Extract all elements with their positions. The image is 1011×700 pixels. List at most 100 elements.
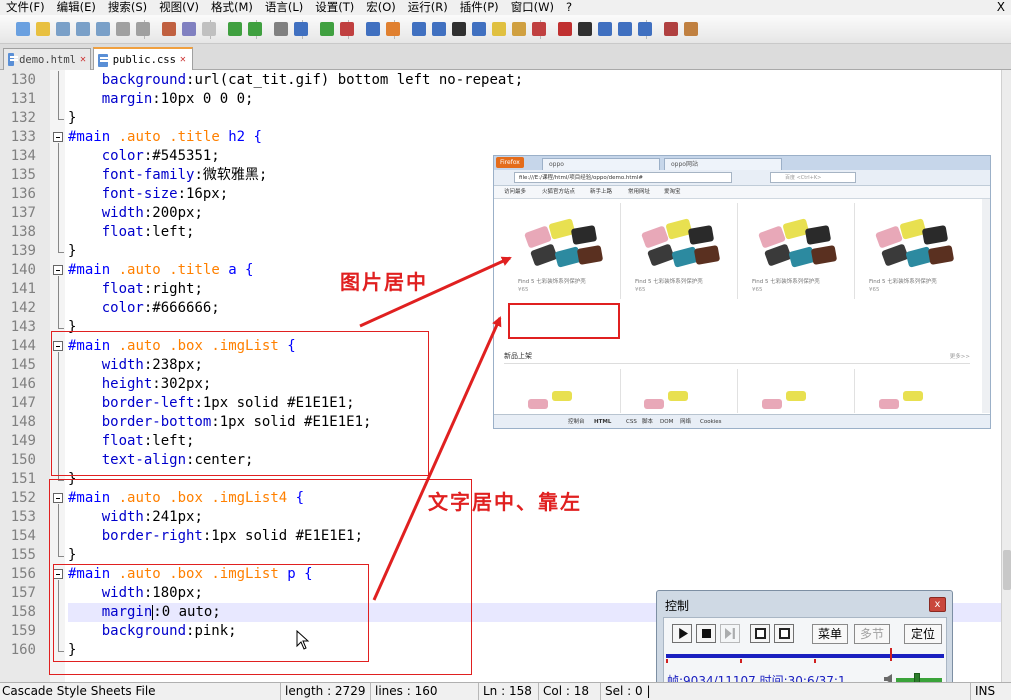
- plugin-icon[interactable]: [682, 20, 700, 38]
- product-image: [518, 211, 604, 273]
- function-list-icon[interactable]: [510, 20, 528, 38]
- fullscreen-button[interactable]: [774, 624, 794, 643]
- code-line[interactable]: margin:10px 0 0 0;: [68, 90, 254, 109]
- scrollbar-thumb[interactable]: [1003, 550, 1011, 590]
- divider: [620, 369, 621, 413]
- paste-icon[interactable]: [200, 20, 218, 38]
- toolbar-glyph: [202, 22, 216, 36]
- code-line[interactable]: #main .auto .title a {: [68, 261, 253, 280]
- replace-icon[interactable]: [292, 20, 310, 38]
- tab-public-css[interactable]: public.css ✕: [93, 47, 193, 71]
- fit-window-button[interactable]: [750, 624, 770, 643]
- menu-format[interactable]: 格式(M): [205, 0, 259, 15]
- all-chars-icon[interactable]: [430, 20, 448, 38]
- panel-close-button[interactable]: x: [929, 597, 946, 612]
- product-price: ¥65: [635, 287, 646, 293]
- tab-close-icon[interactable]: ✕: [180, 55, 188, 65]
- code-token: .auto: [118, 129, 161, 145]
- bookmark: 访问最多: [504, 189, 527, 195]
- sync-v-icon[interactable]: [364, 20, 382, 38]
- wrap-icon[interactable]: [410, 20, 428, 38]
- doc-map-icon[interactable]: [490, 20, 508, 38]
- menu-search[interactable]: 搜索(S): [102, 0, 153, 15]
- open-file-icon[interactable]: [34, 20, 52, 38]
- menu-plugins[interactable]: 插件(P): [454, 0, 505, 15]
- zoom-out-icon[interactable]: [338, 20, 356, 38]
- menu-button[interactable]: 菜单: [812, 624, 848, 644]
- save-all-icon[interactable]: [74, 20, 92, 38]
- close-all-icon[interactable]: [114, 20, 132, 38]
- menu-file[interactable]: 文件(F): [0, 0, 51, 15]
- undo-icon[interactable]: [226, 20, 244, 38]
- code-token: width: [101, 205, 144, 221]
- menu-run[interactable]: 运行(R): [402, 0, 454, 15]
- firebug-tab: CSS: [626, 419, 637, 425]
- vertical-scrollbar[interactable]: [1001, 70, 1011, 682]
- stop-button[interactable]: [696, 624, 716, 643]
- close-icon[interactable]: [94, 20, 112, 38]
- code-line[interactable]: float:left;: [68, 223, 195, 242]
- menu-settings[interactable]: 设置(T): [309, 0, 360, 15]
- close-document-icon[interactable]: X: [997, 0, 1005, 15]
- zoom-in-icon[interactable]: [318, 20, 336, 38]
- timeline-position-marker[interactable]: [890, 648, 892, 661]
- folder-icon[interactable]: [530, 20, 548, 38]
- print-icon[interactable]: [134, 20, 152, 38]
- product-name: Find 5 七彩装饰系列保护壳: [518, 279, 586, 285]
- save-macro-icon[interactable]: [636, 20, 654, 38]
- product-item: Find 5 七彩装饰系列保护壳 ¥65: [621, 205, 737, 301]
- code-line[interactable]: background:url(cat_tit.gif) bottom left …: [68, 71, 523, 90]
- menu-window[interactable]: 窗口(W): [505, 0, 560, 15]
- code-line[interactable]: font-family:微软雅黑;: [68, 166, 268, 185]
- menu-view[interactable]: 视图(V): [153, 0, 205, 15]
- code-token: font-size: [101, 186, 178, 202]
- play-icon[interactable]: [596, 20, 614, 38]
- menu-macro[interactable]: 宏(O): [360, 0, 402, 15]
- locate-button[interactable]: 定位: [904, 624, 942, 644]
- stop-icon[interactable]: [576, 20, 594, 38]
- fold-toggle-icon[interactable]: [53, 132, 63, 142]
- code-line[interactable]: width:200px;: [68, 204, 203, 223]
- multi-section-button[interactable]: 多节: [854, 624, 890, 644]
- firefox-button: Firefox: [496, 157, 524, 168]
- find-icon[interactable]: [272, 20, 290, 38]
- record-icon[interactable]: [556, 20, 574, 38]
- code-line[interactable]: color:#545351;: [68, 147, 220, 166]
- new-file-icon[interactable]: [14, 20, 32, 38]
- code-line[interactable]: float:right;: [68, 280, 203, 299]
- toolbar-glyph: [638, 22, 652, 36]
- playback-timeline[interactable]: [666, 654, 944, 658]
- toolbar-glyph: [386, 22, 400, 36]
- sync-h-icon[interactable]: [384, 20, 402, 38]
- indent-guide-icon[interactable]: [450, 20, 468, 38]
- play-button[interactable]: [672, 624, 692, 643]
- code-line[interactable]: color:#666666;: [68, 299, 220, 318]
- udl-icon[interactable]: [470, 20, 488, 38]
- code-line[interactable]: }: [68, 242, 76, 261]
- copy-icon[interactable]: [180, 20, 198, 38]
- spellcheck-icon[interactable]: [662, 20, 680, 38]
- code-line[interactable]: }: [68, 109, 76, 128]
- code-token: background: [101, 72, 187, 88]
- tab-demo-html[interactable]: demo.html ✕: [3, 48, 91, 70]
- code-token: color: [101, 148, 144, 164]
- toolbar-glyph: [512, 22, 526, 36]
- cut-icon[interactable]: [160, 20, 178, 38]
- line-number: 150: [10, 452, 36, 468]
- play-multi-icon[interactable]: [616, 20, 634, 38]
- bookmark: 火狐官方站点: [542, 189, 576, 195]
- menu-help[interactable]: ?: [560, 0, 578, 15]
- menubar: 文件(F) 编辑(E) 搜索(S) 视图(V) 格式(M) 语言(L) 设置(T…: [0, 0, 1011, 15]
- fold-toggle-icon[interactable]: [53, 265, 63, 275]
- next-frame-button[interactable]: [720, 624, 740, 643]
- redo-icon[interactable]: [246, 20, 264, 38]
- menu-edit[interactable]: 编辑(E): [51, 0, 102, 15]
- line-number-gutter: 130 131 132 133 134 135 136 137 138 139 140 141 142 1…: [0, 70, 50, 682]
- save-icon[interactable]: [54, 20, 72, 38]
- mouse-cursor-icon: [296, 630, 310, 650]
- code-line[interactable]: #main .auto .title h2 {: [68, 128, 262, 147]
- tab-close-icon[interactable]: ✕: [80, 54, 86, 65]
- code-line[interactable]: font-size:16px;: [68, 185, 228, 204]
- menu-language[interactable]: 语言(L): [259, 0, 309, 15]
